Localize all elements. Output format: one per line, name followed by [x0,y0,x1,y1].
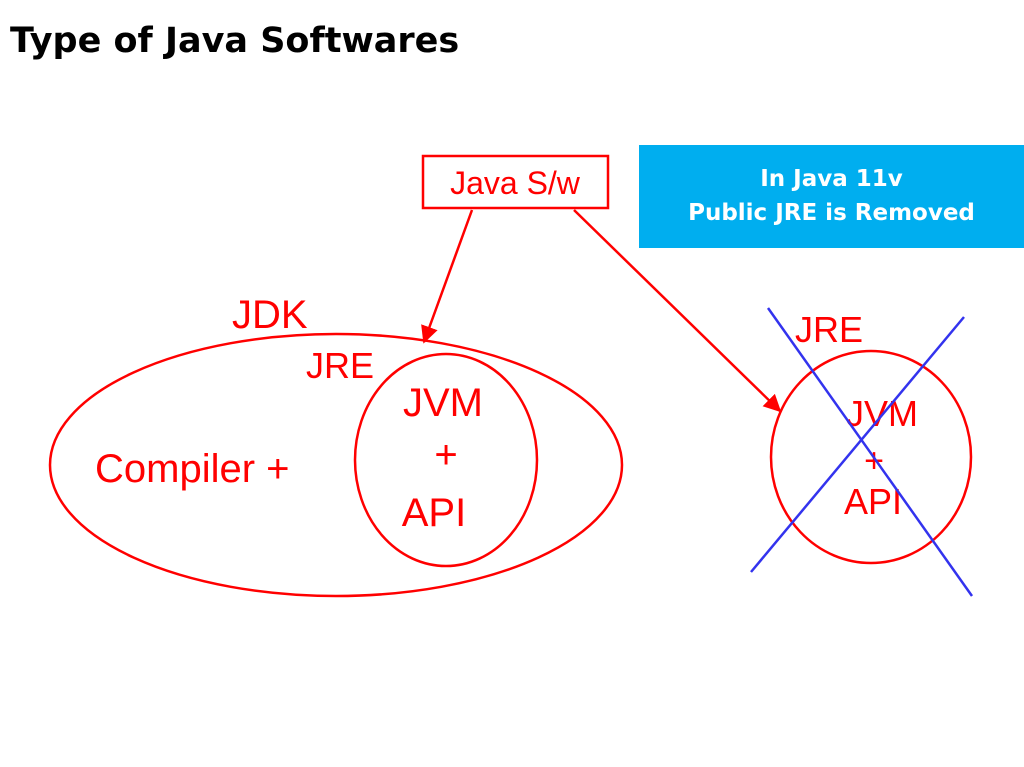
jdk-label: JDK [232,293,308,337]
inner-jvm-label: JVM [403,381,483,425]
java-sw-label: Java S/w [450,165,581,201]
cross-line-2 [750,316,965,573]
arrow-to-public-jre [573,209,782,413]
inner-api-label: API [402,491,466,535]
arrow-to-jdk [421,209,474,344]
java-software-diagram: Java S/w JDK Compiler + JRE JVM + API JR… [48,154,974,598]
inner-plus-label: + [434,433,457,477]
compiler-label: Compiler + [95,447,290,491]
inner-jre-label: JRE [306,345,374,386]
public-api-label: API [844,481,902,522]
public-jre-label: JRE [795,309,863,350]
